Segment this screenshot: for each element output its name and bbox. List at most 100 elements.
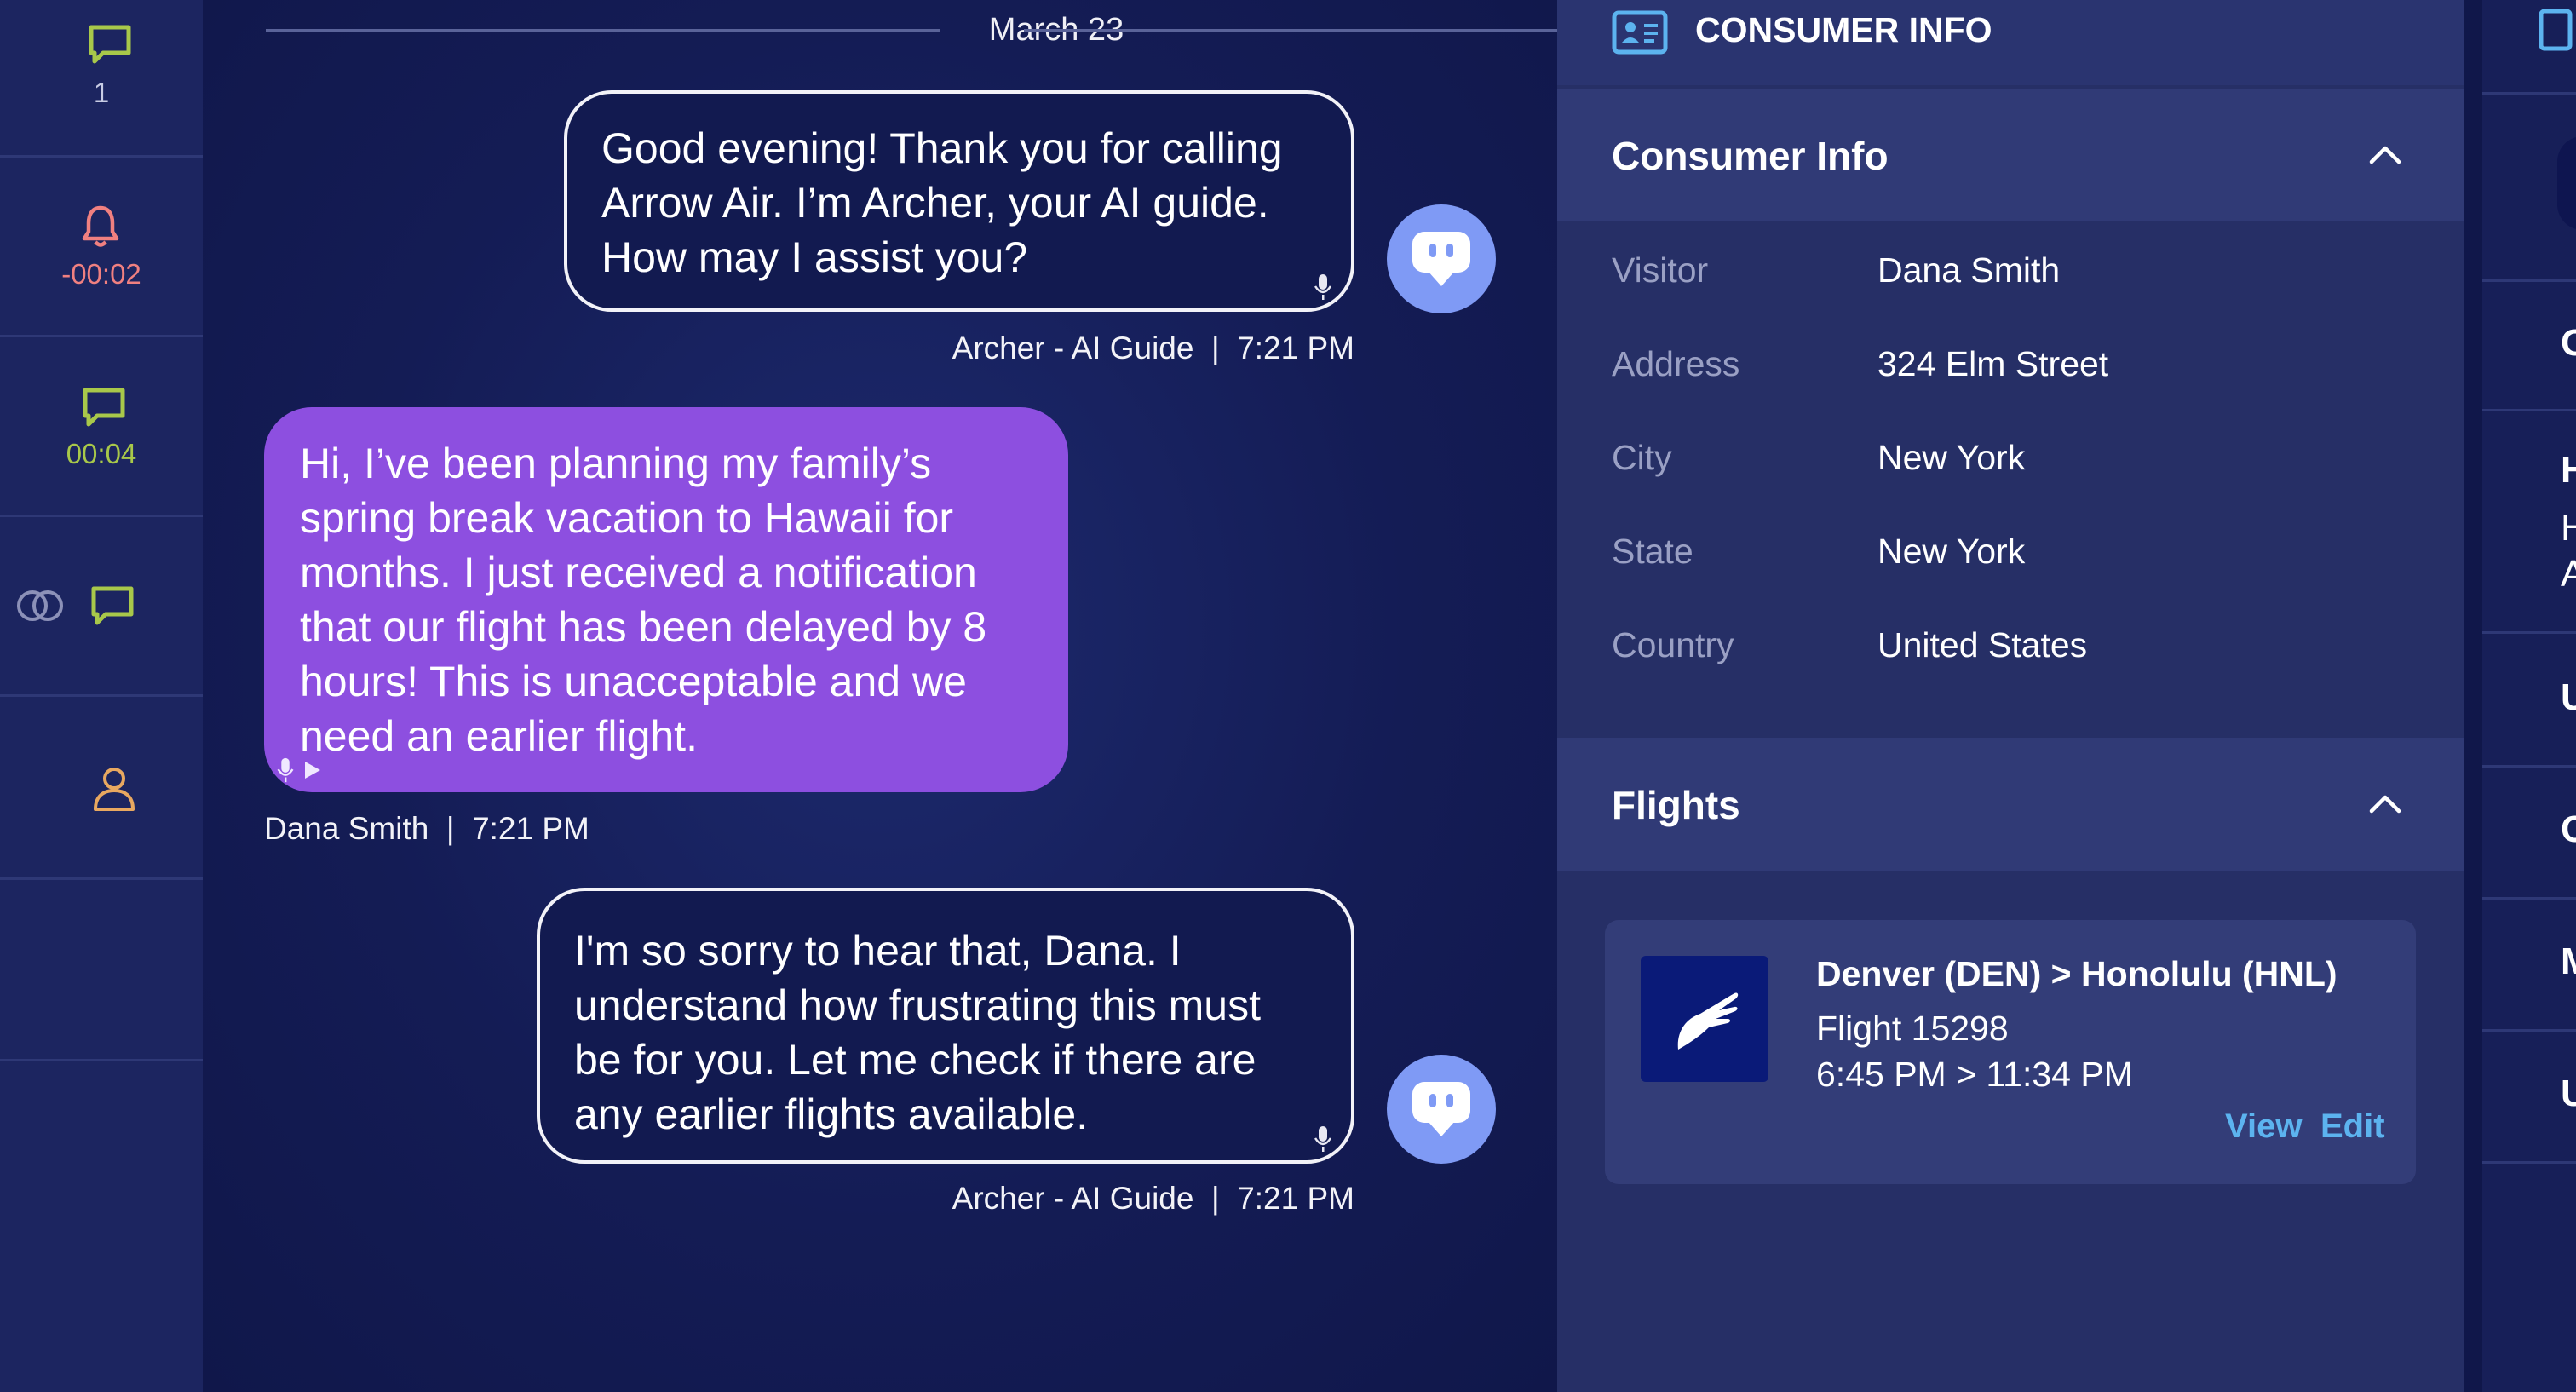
secondary-item-label: Ca: [2561, 808, 2576, 850]
field-value: Dana Smith: [1877, 250, 2061, 290]
view-flight-link[interactable]: View: [2225, 1107, 2302, 1146]
microphone-icon: [1314, 274, 1332, 300]
message-line: How may I assist you?: [601, 233, 1028, 281]
flight-route: Denver (DEN) > Honolulu (HNL): [1816, 954, 2337, 993]
sender-name: Dana Smith: [264, 811, 429, 846]
left-rail: 1 -00:02 00:04: [0, 0, 203, 1392]
message-line: understand how frustrating this must: [574, 981, 1261, 1029]
flights-section-header[interactable]: Flights: [1557, 738, 2464, 871]
chat-bubble-icon: [83, 388, 125, 427]
rail-item-timer: 00:04: [66, 438, 137, 469]
secondary-panel-header: [2482, 0, 2576, 95]
rail-item-chat-2[interactable]: 00:04: [0, 337, 203, 517]
flight-times: 6:45 PM > 11:34 PM: [1816, 1055, 2133, 1094]
secondary-item-label: Up: [2561, 676, 2576, 718]
robot-icon: [1412, 1082, 1470, 1136]
sender-name: Archer - AI Guide: [952, 1181, 1194, 1216]
panel-title: CONSUMER INFO: [1695, 10, 1992, 49]
message-line: spring break vacation to Hawaii for: [300, 494, 954, 542]
edit-flight-link[interactable]: Edit: [2320, 1107, 2385, 1146]
message-line: need an earlier flight.: [300, 712, 698, 760]
secondary-item[interactable]: M: [2482, 900, 2576, 1032]
rail-item-timer: -00:02: [61, 258, 141, 290]
rail-item-chat-1[interactable]: 1: [0, 0, 203, 158]
play-icon[interactable]: [303, 760, 322, 780]
section-title: Consumer Info: [1612, 134, 1889, 178]
meta-separator: |: [1211, 331, 1220, 365]
field-value: United States: [1877, 625, 2088, 664]
secondary-search-item[interactable]: [2482, 94, 2576, 282]
secondary-item-label: Up: [2561, 1073, 2576, 1114]
field-value: 324 Elm Street: [1877, 344, 2109, 383]
message-line: I'm so sorry to hear that, Dana. I: [574, 927, 1182, 975]
linked-circles-icon: [17, 590, 63, 621]
secondary-item[interactable]: He He Ar: [2482, 411, 2576, 634]
chevron-up-icon[interactable]: [2368, 792, 2402, 814]
chat-bubble-icon: [89, 25, 131, 64]
meta-separator: |: [1211, 1181, 1220, 1216]
message-time: 7:21 PM: [472, 811, 589, 846]
airline-logo: [1641, 956, 1768, 1082]
message-line: hours! This is unacceptable and we: [300, 658, 967, 705]
message-line: Good evening! Thank you for calling: [601, 124, 1283, 172]
field-label: Country: [1612, 625, 1734, 664]
field-label: State: [1612, 532, 1693, 571]
message-meta: Archer - AI Guide | 7:21 PM: [952, 331, 1354, 366]
rail-item-conference[interactable]: [0, 517, 203, 697]
secondary-item-subline: He: [2561, 507, 2576, 549]
field-value: New York: [1877, 438, 2026, 477]
section-title: Flights: [1612, 783, 1740, 827]
consumer-info-panel: CONSUMER INFO Consumer Info Visitor Dana…: [1557, 0, 2464, 1392]
message-line: Hi, I’ve been planning my family’s: [300, 440, 932, 487]
message-line: be for you. Let me check if there are: [574, 1036, 1256, 1084]
chat-transcript: March 23 Good evening! Thank you for cal…: [203, 0, 1699, 1392]
message-line: Arrow Air. I’m Archer, your AI guide.: [601, 179, 1269, 227]
secondary-panel: Gr He He Ar Up Ca M Up: [2464, 0, 2576, 1392]
secondary-item-label: He: [2561, 449, 2576, 491]
flight-card: Denver (DEN) > Honolulu (HNL) Flight 152…: [1605, 920, 2416, 1184]
message-meta: Archer - AI Guide | 7:21 PM: [952, 1181, 1354, 1217]
secondary-item[interactable]: Up: [2482, 634, 2576, 768]
chat-bubble-icon: [91, 586, 134, 625]
message-time: 7:21 PM: [1237, 331, 1354, 365]
field-label: City: [1612, 438, 1672, 477]
secondary-item-label: Gr: [2561, 322, 2576, 364]
chevron-up-icon[interactable]: [2368, 143, 2402, 165]
microphone-icon: [277, 757, 294, 783]
search-field-edge[interactable]: [2557, 136, 2576, 230]
field-value: New York: [1877, 532, 2026, 571]
ai-guide-avatar: [1387, 1055, 1496, 1164]
secondary-item-label: M: [2561, 940, 2576, 983]
secondary-item[interactable]: Gr: [2482, 281, 2576, 411]
rail-item-contacts[interactable]: [0, 697, 203, 880]
panel-header: CONSUMER INFO: [1557, 0, 2464, 85]
secondary-item-subline: Ar: [2561, 553, 2576, 595]
user-message-bubble: Hi, I’ve been planning my family’s sprin…: [264, 407, 1068, 792]
rail-item-count: 1: [93, 77, 110, 108]
consumer-info-section-header[interactable]: Consumer Info: [1557, 89, 2464, 221]
id-card-icon: [1612, 10, 1668, 55]
message-line: that our flight has been delayed by 8: [300, 603, 987, 651]
message-line: months. I just received a notification: [300, 549, 977, 596]
robot-icon: [1412, 232, 1470, 286]
secondary-item[interactable]: Up: [2482, 1032, 2576, 1164]
field-label: Visitor: [1612, 250, 1709, 290]
message-time: 7:21 PM: [1237, 1181, 1354, 1216]
secondary-item[interactable]: Ca: [2482, 768, 2576, 900]
agent-message-bubble: Good evening! Thank you for calling Arro…: [564, 90, 1354, 312]
rail-item-empty[interactable]: [0, 880, 203, 1061]
message-line: any earlier flights available.: [574, 1090, 1089, 1138]
meta-separator: |: [446, 811, 455, 846]
bell-icon: [82, 205, 119, 247]
ai-guide-avatar: [1387, 204, 1496, 313]
date-divider-left: [266, 29, 940, 32]
agent-message-bubble: I'm so sorry to hear that, Dana. I under…: [537, 888, 1354, 1164]
rail-item-alert[interactable]: -00:02: [0, 158, 203, 337]
wing-logo-icon: [1677, 992, 1739, 1050]
flight-number: Flight 15298: [1816, 1009, 2009, 1048]
sender-name: Archer - AI Guide: [952, 331, 1194, 365]
users-icon: [94, 768, 135, 811]
field-label: Address: [1612, 344, 1740, 383]
message-meta: Dana Smith | 7:21 PM: [264, 811, 589, 847]
microphone-icon: [1314, 1126, 1332, 1152]
